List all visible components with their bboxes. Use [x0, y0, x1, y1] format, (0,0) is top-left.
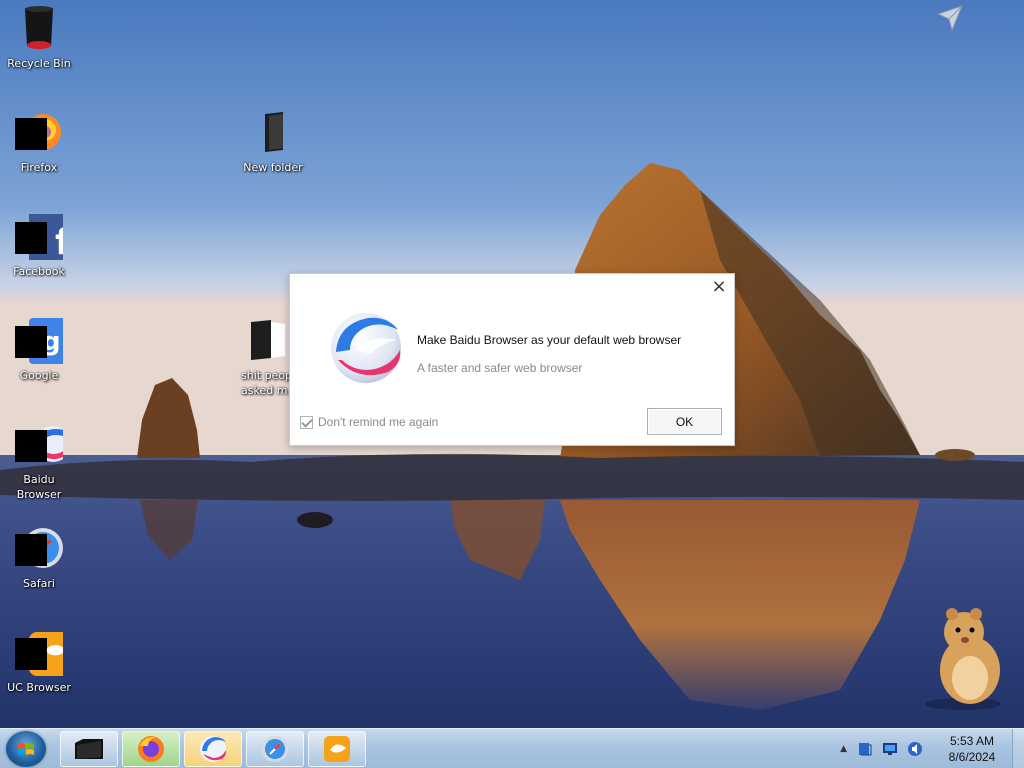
- desktop-icon-label: shit peop asked m: [241, 369, 293, 397]
- default-browser-dialog: × Make Baidu Browser as your default web…: [289, 273, 735, 446]
- desktop-icon-baidu-browser[interactable]: Baidu Browser: [1, 420, 77, 502]
- show-hidden-icons-chevron-icon[interactable]: ▲: [840, 744, 847, 754]
- desktop-icon-label: Facebook: [13, 265, 65, 278]
- desktop-icon-label: Firefox: [20, 161, 58, 174]
- desktop-icon-facebook[interactable]: f Facebook: [1, 212, 77, 279]
- folder-icon: [75, 739, 103, 759]
- desktop-icon-label: Google: [19, 369, 59, 382]
- taskbar-clock[interactable]: 5:53 AM 8/6/2024: [932, 733, 1012, 765]
- action-center-icon[interactable]: [857, 741, 873, 757]
- desktop-icon-folder-2[interactable]: shit peop asked m: [235, 316, 295, 398]
- redacted-box: [15, 326, 47, 358]
- taskbar-uc-browser[interactable]: [308, 731, 366, 767]
- firefox-icon: [138, 736, 164, 762]
- volume-icon[interactable]: [907, 741, 923, 757]
- clock-time: 5:53 AM: [949, 734, 995, 748]
- taskbar-safari[interactable]: [246, 731, 304, 767]
- safari-icon: [15, 524, 63, 572]
- firefox-icon: [15, 108, 63, 156]
- redacted-box: [15, 430, 47, 462]
- desktop-icon-label: Baidu Browser: [16, 473, 62, 501]
- redacted-box: [15, 118, 47, 150]
- uc-browser-icon: [15, 628, 75, 676]
- close-icon[interactable]: ×: [710, 278, 728, 297]
- desktop-icon-safari[interactable]: Safari: [1, 524, 77, 591]
- taskbar-firefox[interactable]: [122, 731, 180, 767]
- folder-icon: [241, 316, 289, 364]
- folder-icon: [249, 108, 297, 156]
- baidu-browser-logo-icon: [328, 310, 404, 386]
- desktop-icon-firefox[interactable]: Firefox: [1, 108, 77, 175]
- redacted-box: [15, 638, 47, 670]
- desktop-icon-google[interactable]: g Google: [1, 316, 77, 383]
- network-icon[interactable]: [882, 741, 898, 757]
- redacted-box: [15, 222, 47, 254]
- show-desktop-button[interactable]: [1012, 729, 1024, 768]
- safari-icon: [262, 736, 288, 762]
- desktop-icon-new-folder[interactable]: New folder: [235, 108, 311, 175]
- taskbar-file-explorer[interactable]: [60, 731, 118, 767]
- taskbar: ▲ 5:53 AM 8/6/2024: [0, 728, 1024, 768]
- hamster-image: [918, 602, 1008, 712]
- dont-remind-label: Don't remind me again: [318, 415, 439, 429]
- system-tray: ▲ 5:53 AM 8/6/2024: [840, 729, 1024, 768]
- desktop-icon-uc-browser[interactable]: UC Browser: [1, 628, 77, 695]
- dialog-subtitle: A faster and safer web browser: [417, 361, 583, 375]
- desktop-icon-recycle-bin[interactable]: Recycle Bin: [1, 4, 77, 71]
- dont-remind-checkbox[interactable]: [300, 415, 313, 429]
- baidu-browser-icon: [15, 420, 71, 468]
- desktop-icon-label: New folder: [243, 161, 303, 174]
- taskbar-baidu-browser[interactable]: [184, 731, 242, 767]
- svg-text:f: f: [55, 222, 63, 260]
- dont-remind-checkbox-row[interactable]: Don't remind me again: [300, 415, 438, 429]
- uc-browser-icon: [324, 736, 350, 762]
- desktop-icon-label: Recycle Bin: [7, 57, 71, 70]
- recycle-bin-icon: [15, 4, 63, 52]
- redacted-box: [15, 534, 47, 566]
- windows-start-icon[interactable]: [6, 731, 46, 767]
- desktop-icon-label: Safari: [23, 577, 55, 590]
- desktop-icon-label: UC Browser: [7, 681, 71, 694]
- dialog-title: Make Baidu Browser as your default web b…: [417, 333, 682, 347]
- google-icon: g: [15, 316, 77, 364]
- paper-plane-icon: [936, 4, 964, 32]
- ok-button[interactable]: OK: [647, 408, 722, 435]
- clock-date: 8/6/2024: [948, 750, 996, 764]
- facebook-icon: f: [15, 212, 77, 263]
- baidu-browser-icon: [200, 736, 227, 762]
